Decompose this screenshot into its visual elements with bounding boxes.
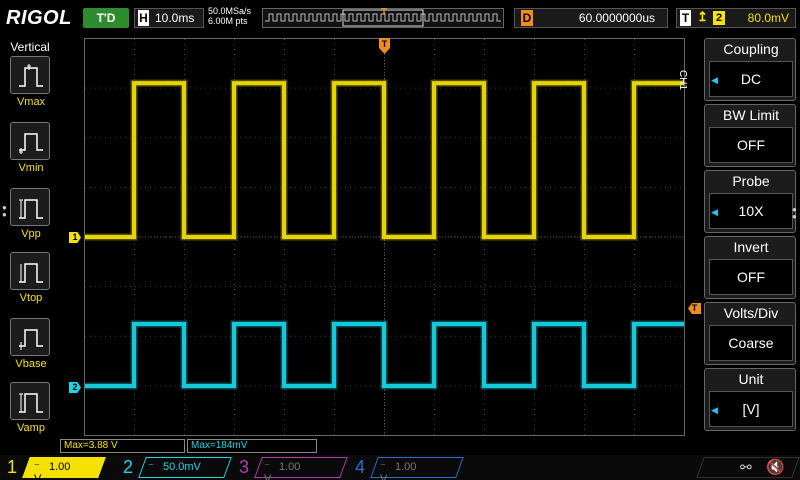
trigger-level-value: 80.0mV xyxy=(747,11,789,25)
memory-trigger-position-marker: T xyxy=(381,7,388,18)
vmin-icon xyxy=(19,133,43,154)
vpp-label: Vpp xyxy=(21,228,41,240)
measure-vmin-button[interactable]: Vmin xyxy=(10,122,52,174)
channel-menu: Coupling DC ◀ BW Limit OFF Probe 10X ◀ I… xyxy=(704,38,800,438)
memory-depth: 6.00M pts xyxy=(208,16,248,26)
speaker-muted-icon[interactable]: 🔇 xyxy=(766,458,785,476)
waveform-grid xyxy=(84,38,685,436)
dc-coupling-icon: ⁻ xyxy=(264,461,270,473)
channel-1-scale: 1.00 V xyxy=(34,461,71,480)
measure-vamp-button[interactable]: Vamp xyxy=(10,382,52,434)
coupling-menu-item[interactable]: Coupling DC ◀ xyxy=(704,38,796,101)
channel-4-scale: 1.00 V xyxy=(380,461,417,480)
dc-coupling-icon: ⁻ xyxy=(380,461,386,473)
invert-title: Invert xyxy=(733,239,769,255)
invert-value: OFF xyxy=(709,259,793,295)
vtop-label: Vtop xyxy=(19,292,43,304)
ch2-ground-marker[interactable]: 2 xyxy=(69,382,81,393)
trigger-time-marker[interactable]: T xyxy=(379,38,390,54)
timebase-value: 10.0ms xyxy=(155,11,195,25)
bw-limit-title: BW Limit xyxy=(723,107,779,123)
vbase-label: Vbase xyxy=(15,358,47,370)
bw-limit-value: OFF xyxy=(709,127,793,163)
trigger-level-marker[interactable]: T xyxy=(688,303,701,314)
measure-category-title: Vertical xyxy=(10,40,50,54)
rigol-logo: RIGOL xyxy=(6,7,72,29)
measure-vpp-button[interactable]: Vpp xyxy=(10,188,52,240)
menu-page-dots: ● ● xyxy=(792,205,797,221)
trigger-source: 2 xyxy=(713,11,725,25)
horizontal-delay[interactable]: D 60.0000000us xyxy=(514,8,668,28)
probe-menu-item[interactable]: Probe 10X ◀ xyxy=(704,170,796,233)
channel-1-number: 1 xyxy=(6,457,17,477)
vbase-icon xyxy=(19,329,43,350)
dc-coupling-icon: ⁻ xyxy=(148,461,154,473)
rising-edge-icon: ↥ xyxy=(697,9,708,24)
left-arrow-icon: ◀ xyxy=(711,75,718,85)
measurement-ch1-max: Max=3.88 V xyxy=(60,439,185,453)
horizontal-timebase[interactable]: H 10.0ms xyxy=(134,8,204,28)
coupling-title: Coupling xyxy=(723,41,779,57)
vamp-label: Vamp xyxy=(17,422,45,434)
channel-status-bar: 1 ⁻ 1.00 V 2 ⁻ 50.0mV 3 ⁻ 1.00 V 4 ⁻ 1.0… xyxy=(0,455,800,480)
vamp-icon xyxy=(19,393,43,413)
horizontal-label: H xyxy=(138,10,149,26)
channel-4-number: 4 xyxy=(354,457,365,477)
bw-limit-menu-item[interactable]: BW Limit OFF xyxy=(704,104,796,167)
volts-div-menu-item[interactable]: Volts/Div Coarse xyxy=(704,302,796,365)
trigger-time-marker-label: T xyxy=(382,39,388,49)
delay-value: 60.0000000us xyxy=(578,11,655,25)
sample-rate: 50.0MSa/s xyxy=(208,6,252,16)
usb-icon: ⚯ xyxy=(740,459,752,475)
measure-vtop-button[interactable]: Vtop xyxy=(10,252,52,304)
vpp-icon xyxy=(19,199,43,219)
vmin-label: Vmin xyxy=(18,162,44,174)
channel-2-scale: 50.0mV xyxy=(162,461,201,473)
measurement-ch2-max: Max=184mV xyxy=(187,439,317,453)
coupling-value: DC xyxy=(709,61,793,97)
unit-title: Unit xyxy=(738,371,764,387)
vmax-label: Vmax xyxy=(16,96,46,108)
active-channel-label: CH1 xyxy=(677,70,688,91)
channel-2-number: 2 xyxy=(122,457,133,477)
probe-value: 10X xyxy=(709,193,793,229)
dc-coupling-icon: ⁻ xyxy=(34,461,40,473)
vtop-icon xyxy=(19,263,43,283)
trigger-label: T xyxy=(680,10,691,26)
measure-vbase-button[interactable]: Vbase xyxy=(10,318,52,370)
unit-menu-item[interactable]: Unit [V] ◀ xyxy=(704,368,796,431)
channel-4-scale-area: ⁻ 1.00 V xyxy=(380,460,416,480)
acquisition-info: 50.0MSa/s 6.00M pts xyxy=(208,6,251,26)
trigger-settings[interactable]: T ↥ 2 80.0mV xyxy=(676,8,796,28)
channel-1-scale-area: ⁻ 1.00 V xyxy=(34,460,70,480)
channel-2-scale-area: ⁻ 50.0mV xyxy=(148,460,201,473)
measure-vmax-button[interactable]: Vmax xyxy=(10,56,52,108)
run-state-badge[interactable]: T'D xyxy=(83,8,129,28)
delay-label: D xyxy=(521,10,533,26)
probe-title: Probe xyxy=(732,173,770,189)
top-status-bar: RIGOL T'D H 10.0ms 50.0MSa/s 6.00M pts T… xyxy=(0,0,800,36)
vmax-icon xyxy=(19,64,43,87)
channel-3-scale-area: ⁻ 1.00 V xyxy=(264,460,300,480)
unit-value: [V] xyxy=(709,391,793,427)
invert-menu-item[interactable]: Invert OFF xyxy=(704,236,796,299)
left-arrow-icon: ◀ xyxy=(711,207,718,217)
volts-div-title: Volts/Div xyxy=(723,305,779,321)
volts-div-value: Coarse xyxy=(709,325,793,361)
ch1-ground-marker[interactable]: 1 xyxy=(69,232,81,243)
waveform-display[interactable] xyxy=(84,38,686,437)
measurement-menu: Vertical Vmax Vmin Vpp Vtop Vbase Vamp ●… xyxy=(0,36,60,454)
page-indicator-dots: ● ● xyxy=(2,203,7,219)
channel-3-number: 3 xyxy=(238,457,249,477)
left-arrow-icon: ◀ xyxy=(711,405,718,415)
channel-3-scale: 1.00 V xyxy=(264,461,301,480)
